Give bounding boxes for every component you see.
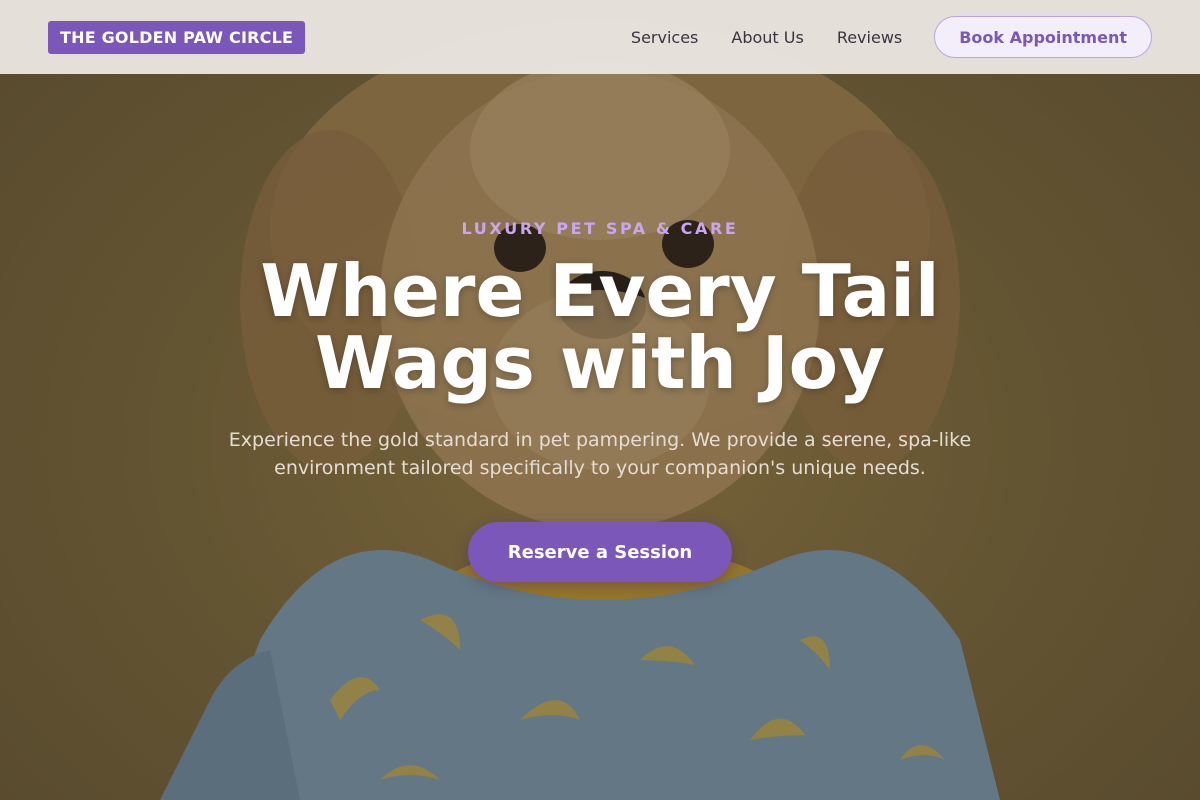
book-appointment-button[interactable]: Book Appointment	[934, 16, 1152, 58]
site-header: THE GOLDEN PAW CIRCLE Services About Us …	[0, 0, 1200, 74]
nav-reviews[interactable]: Reviews	[837, 28, 902, 47]
hero-subtext: Experience the gold standard in pet pamp…	[228, 429, 972, 479]
hero-eyebrow: LUXURY PET SPA & CARE	[461, 219, 739, 238]
reserve-session-button[interactable]: Reserve a Session	[468, 522, 732, 582]
main-nav: Services About Us Reviews Book Appointme…	[631, 16, 1152, 58]
hero-headline-line2: Wags with Joy	[314, 321, 886, 405]
nav-about-us[interactable]: About Us	[731, 28, 803, 47]
hero-headline: Where Every Tail Wags with Joy	[0, 255, 1200, 399]
site-logo[interactable]: THE GOLDEN PAW CIRCLE	[48, 20, 306, 54]
nav-services[interactable]: Services	[631, 28, 698, 47]
